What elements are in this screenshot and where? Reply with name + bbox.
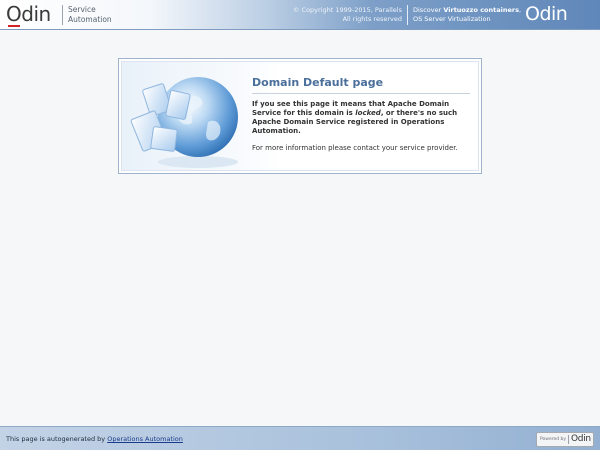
odin-logo[interactable]: Odin: [6, 2, 51, 27]
odin-logo-right[interactable]: Odin: [525, 3, 568, 25]
copyright-line1: © Copyright 1999-2015, Parallels: [292, 6, 402, 14]
domain-default-panel: Domain Default page If you see this page…: [118, 58, 482, 174]
locked-word: locked: [355, 109, 381, 117]
panel-message: If you see this page it means that Apach…: [252, 100, 474, 153]
copyright-notice: © Copyright 1999-2015, Parallels All rig…: [293, 6, 402, 24]
product-name-line2: Automation: [68, 15, 112, 24]
header-separator: [407, 5, 408, 25]
footer-text: This page is autogenerated by Operations…: [6, 435, 183, 443]
page-title: Domain Default page: [252, 76, 470, 94]
powered-by-label: Powered by: [540, 437, 567, 442]
discover-suffix: ,: [518, 6, 522, 14]
odin-logo-text: Odin: [6, 2, 51, 26]
discover-promo[interactable]: Discover Virtuozzo containers, OS Server…: [413, 6, 521, 24]
discover-prefix: Discover: [413, 6, 444, 14]
discover-line2: OS Server Virtualization: [413, 15, 491, 23]
product-name-line1: Service: [68, 5, 96, 14]
product-name: Service Automation: [68, 5, 112, 25]
footer-bar: This page is autogenerated by Operations…: [0, 426, 600, 450]
header-bar: Odin Service Automation © Copyright 1999…: [0, 0, 600, 30]
powered-by-logo: Odin: [571, 434, 591, 444]
discover-product: Virtuozzo containers: [443, 6, 519, 14]
brand-divider: [62, 5, 63, 25]
panel-inner: Domain Default page If you see this page…: [121, 61, 479, 171]
odin-logo-accent: [8, 25, 20, 27]
contact-message: For more information please contact your…: [252, 144, 458, 152]
locked-message: If you see this page it means that Apach…: [252, 100, 474, 136]
powered-by-separator: [568, 435, 569, 444]
powered-by-badge[interactable]: Powered by Odin: [536, 432, 594, 447]
globe-documents-icon: [130, 77, 238, 168]
copyright-line2: All rights reserved: [342, 15, 402, 23]
footer-prefix: This page is autogenerated by: [6, 435, 108, 443]
operations-automation-link[interactable]: Operations Automation: [107, 435, 183, 443]
